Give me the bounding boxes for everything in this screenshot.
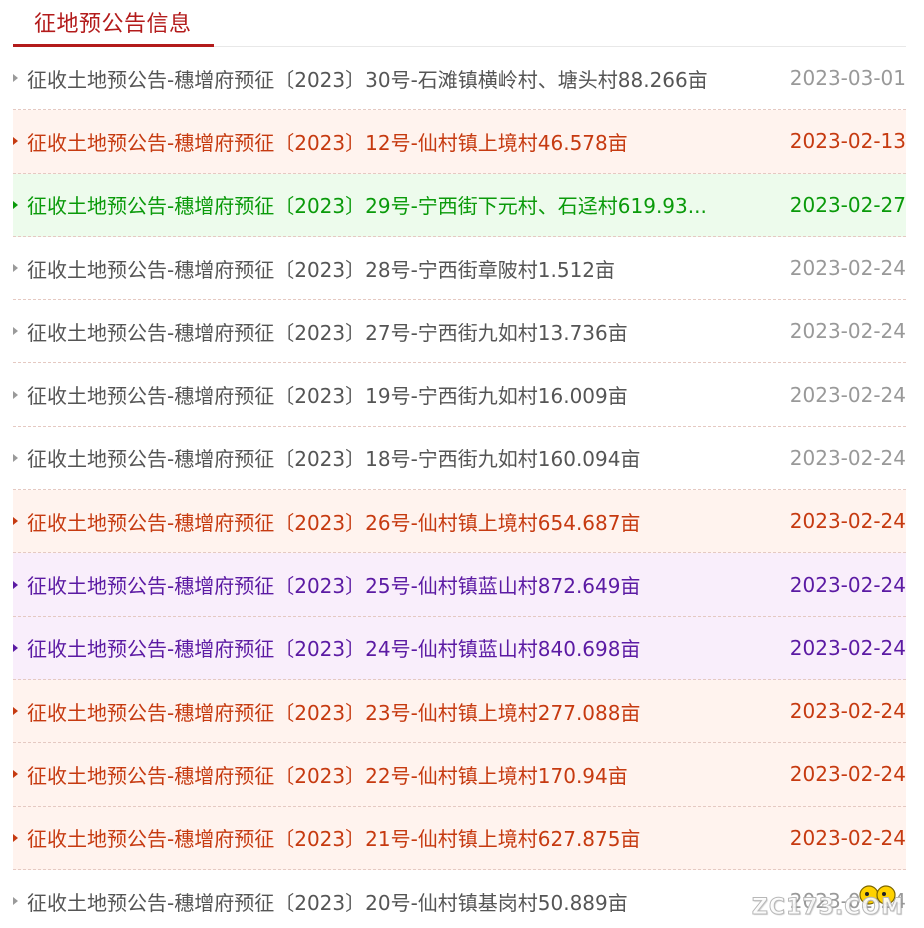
announcement-date: 2023-02-24 [789, 509, 906, 534]
bullet-arrow-icon [13, 517, 18, 526]
list-item[interactable]: 征收土地预公告-穗增府预征〔2023〕27号-宁西街九如村13.736亩 202… [13, 300, 906, 364]
bullet-arrow-icon [13, 580, 18, 589]
bullet-arrow-icon [13, 390, 18, 399]
bullet-arrow-icon [13, 264, 18, 273]
list-item[interactable]: 征收土地预公告-穗增府预征〔2023〕29号-宁西街下元村、石迳村619.93.… [13, 173, 906, 237]
announcement-link[interactable]: 征收土地预公告-穗增府预征〔2023〕12号-仙村镇上境村46.578亩 [27, 127, 747, 156]
list-item[interactable]: 征收土地预公告-穗增府预征〔2023〕30号-石滩镇横岭村、塘头村88.266亩… [13, 47, 906, 111]
announcement-date: 2023-02-24 [789, 825, 906, 850]
announcement-link[interactable]: 征收土地预公告-穗增府预征〔2023〕19号-宁西街九如村16.009亩 [27, 380, 747, 409]
announcement-date: 2023-02-27 [789, 192, 906, 217]
announcement-date: 2023-03-01 [789, 66, 906, 91]
announcement-date: 2023-02-24 [789, 572, 906, 597]
announcement-link[interactable]: 征收土地预公告-穗增府预征〔2023〕26号-仙村镇上境村654.687亩 [27, 507, 747, 536]
list-item[interactable]: 征收土地预公告-穗增府预征〔2023〕23号-仙村镇上境村277.088亩 20… [13, 679, 906, 744]
announcement-date: 2023-02-24 [789, 319, 906, 344]
announcement-link[interactable]: 征收土地预公告-穗增府预征〔2023〕20号-仙村镇基岗村50.889亩 [27, 887, 747, 916]
bullet-arrow-icon [13, 137, 18, 146]
list-item[interactable]: 征收土地预公告-穗增府预征〔2023〕26号-仙村镇上境村654.687亩 20… [13, 490, 906, 554]
announcement-list: 征收土地预公告-穗增府预征〔2023〕30号-石滩镇横岭村、塘头村88.266亩… [13, 47, 906, 928]
bullet-arrow-icon [13, 833, 18, 842]
bullet-arrow-icon [13, 707, 18, 716]
announcement-date: 2023-02-24 [789, 762, 906, 787]
announcement-link[interactable]: 征收土地预公告-穗增府预征〔2023〕23号-仙村镇上境村277.088亩 [27, 697, 747, 726]
bullet-arrow-icon [13, 327, 18, 336]
announcement-date: 2023-02-24 [789, 635, 906, 660]
announcement-date: 2023-02-13 [789, 129, 906, 154]
announcement-link[interactable]: 征收土地预公告-穗增府预征〔2023〕24号-仙村镇蓝山村840.698亩 [27, 633, 747, 662]
list-item[interactable]: 征收土地预公告-穗增府预征〔2023〕24号-仙村镇蓝山村840.698亩 20… [13, 616, 906, 680]
panel-header: 征地预公告信息 [13, 0, 906, 48]
list-item[interactable]: 征收土地预公告-穗增府预征〔2023〕25号-仙村镇蓝山村872.649亩 20… [13, 553, 906, 617]
list-item[interactable]: 征收土地预公告-穗增府预征〔2023〕22号-仙村镇上境村170.94亩 202… [13, 743, 906, 807]
announcement-link[interactable]: 征收土地预公告-穗增府预征〔2023〕29号-宁西街下元村、石迳村619.93.… [27, 190, 747, 219]
announcement-date: 2023-02-24 [789, 382, 906, 407]
bullet-arrow-icon [13, 453, 18, 462]
bullet-arrow-icon [13, 770, 18, 779]
list-item[interactable]: 征收土地预公告-穗增府预征〔2023〕28号-宁西街章陂村1.512亩 2023… [13, 236, 906, 301]
announcement-link[interactable]: 征收土地预公告-穗增府预征〔2023〕28号-宁西街章陂村1.512亩 [27, 254, 747, 283]
announcement-link[interactable]: 征收土地预公告-穗增府预征〔2023〕30号-石滩镇横岭村、塘头村88.266亩 [27, 64, 747, 93]
tab-land-preannouncement[interactable]: 征地预公告信息 [34, 6, 192, 38]
list-item[interactable]: 征收土地预公告-穗增府预征〔2023〕18号-宁西街九如村160.094亩 20… [13, 426, 906, 491]
bullet-arrow-icon [13, 74, 18, 83]
list-item[interactable]: 征收土地预公告-穗增府预征〔2023〕12号-仙村镇上境村46.578亩 202… [13, 110, 906, 174]
list-item[interactable]: 征收土地预公告-穗增府预征〔2023〕19号-宁西街九如村16.009亩 202… [13, 363, 906, 427]
bullet-arrow-icon [13, 643, 18, 652]
announcement-link[interactable]: 征收土地预公告-穗增府预征〔2023〕27号-宁西街九如村13.736亩 [27, 317, 747, 346]
announcement-link[interactable]: 征收土地预公告-穗增府预征〔2023〕18号-宁西街九如村160.094亩 [27, 443, 747, 472]
announcement-panel: 征地预公告信息 征收土地预公告-穗增府预征〔2023〕30号-石滩镇横岭村、塘头… [0, 0, 924, 928]
bullet-arrow-icon [13, 200, 18, 209]
announcement-date: 2023-02-24 [789, 256, 906, 281]
announcement-link[interactable]: 征收土地预公告-穗增府预征〔2023〕21号-仙村镇上境村627.875亩 [27, 823, 747, 852]
announcement-date: 2023-02-24 [789, 699, 906, 724]
list-item[interactable]: 征收土地预公告-穗增府预征〔2023〕21号-仙村镇上境村627.875亩 20… [13, 806, 906, 870]
announcement-date: 2023-02-24 [789, 445, 906, 470]
watermark-logo: ZC173.COM [751, 895, 904, 921]
bullet-arrow-icon [13, 897, 18, 905]
watermark-text: ZC173.COM [751, 895, 904, 921]
announcement-link[interactable]: 征收土地预公告-穗增府预征〔2023〕22号-仙村镇上境村170.94亩 [27, 760, 747, 789]
announcement-link[interactable]: 征收土地预公告-穗增府预征〔2023〕25号-仙村镇蓝山村872.649亩 [27, 570, 747, 599]
